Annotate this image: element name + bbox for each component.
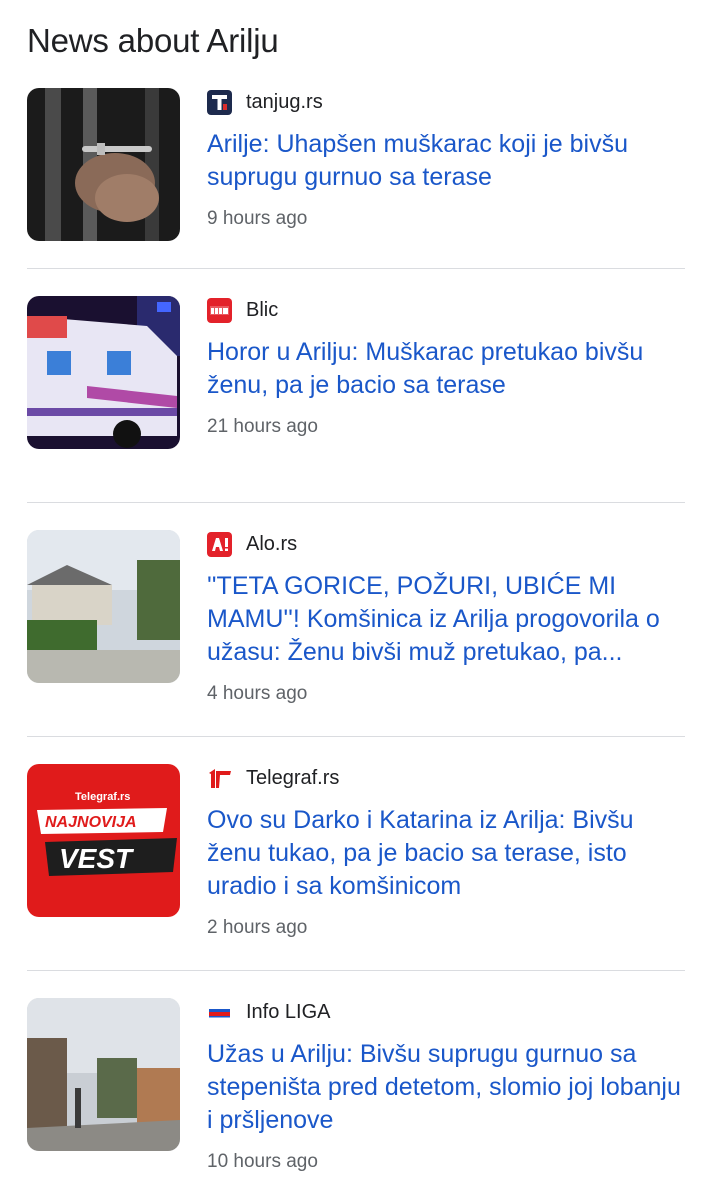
source-name: Blic: [246, 298, 279, 321]
thumbnail-brand-text: Telegraf.rs: [75, 791, 130, 803]
article-thumbnail[interactable]: [27, 88, 180, 241]
source-name: Telegraf.rs: [246, 766, 340, 789]
town-street-photo: [27, 998, 180, 1151]
handcuffs-photo: [27, 88, 180, 241]
article-thumbnail[interactable]: Telegraf.rs NAJNOVIJA VEST: [27, 764, 180, 917]
source-name: Alo.rs: [246, 532, 298, 555]
article-meta: Info LIGA Užas u Arilju: Bivšu suprugu g…: [207, 998, 685, 1173]
news-item[interactable]: Blic Horor u Arilju: Muškarac pretukao b…: [27, 296, 685, 503]
source-row: Alo.rs: [207, 530, 685, 558]
source-row: Info LIGA: [207, 998, 685, 1026]
source-row: tanjug.rs: [207, 88, 685, 116]
article-headline-link[interactable]: Užas u Arilju: Bivšu suprugu gurnuo sa s…: [207, 1038, 685, 1137]
tanjug-logo-icon: [207, 89, 232, 115]
article-meta: tanjug.rs Arilje: Uhapšen muškarac koji …: [207, 88, 685, 230]
source-name: Info LIGA: [246, 1000, 331, 1023]
article-meta: Telegraf.rs Ovo su Darko i Katarina iz A…: [207, 764, 685, 939]
news-item[interactable]: tanjug.rs Arilje: Uhapšen muškarac koji …: [27, 88, 685, 269]
thumbnail-headline-line2: VEST: [59, 843, 135, 874]
blic-logo-icon: [207, 297, 232, 323]
thumbnail-headline-line1: NAJNOVIJA: [45, 814, 137, 831]
house-photo: [27, 530, 180, 683]
article-timestamp: 4 hours ago: [207, 683, 308, 704]
section-title: News about Arilju: [27, 22, 279, 59]
info-liga-logo-icon: [207, 999, 232, 1025]
news-item[interactable]: Info LIGA Užas u Arilju: Bivšu suprugu g…: [27, 998, 685, 1200]
article-timestamp: 2 hours ago: [207, 917, 308, 938]
news-item[interactable]: Alo.rs ''TETA GORICE, POŽURI, UBIĆE MI M…: [27, 530, 685, 737]
article-meta: Blic Horor u Arilju: Muškarac pretukao b…: [207, 296, 685, 438]
source-row: Blic: [207, 296, 685, 324]
source-row: Telegraf.rs: [207, 764, 685, 792]
news-page: News about Arilju tanjug.rs Arilje: Uhap…: [0, 0, 711, 1200]
ambulance-photo: [27, 296, 180, 449]
article-headline-link[interactable]: Horor u Arilju: Muškarac pretukao bivšu …: [207, 336, 685, 402]
article-meta: Alo.rs ''TETA GORICE, POŽURI, UBIĆE MI M…: [207, 530, 685, 705]
article-thumbnail[interactable]: [27, 530, 180, 683]
article-timestamp: 21 hours ago: [207, 416, 318, 437]
news-list: tanjug.rs Arilje: Uhapšen muškarac koji …: [27, 88, 685, 1200]
article-thumbnail[interactable]: [27, 296, 180, 449]
article-thumbnail[interactable]: [27, 998, 180, 1151]
article-timestamp: 9 hours ago: [207, 208, 308, 229]
news-item[interactable]: Telegraf.rs NAJNOVIJA VEST Telegraf.rs O…: [27, 764, 685, 971]
najnovija-vest-graphic: Telegraf.rs NAJNOVIJA VEST: [27, 764, 180, 917]
article-headline-link[interactable]: ''TETA GORICE, POŽURI, UBIĆE MI MAMU''! …: [207, 570, 685, 669]
alo-logo-icon: [207, 531, 232, 557]
article-timestamp: 10 hours ago: [207, 1151, 318, 1172]
article-headline-link[interactable]: Arilje: Uhapšen muškarac koji je bivšu s…: [207, 128, 685, 194]
article-headline-link[interactable]: Ovo su Darko i Katarina iz Arilja: Bivšu…: [207, 804, 685, 903]
source-name: tanjug.rs: [246, 90, 323, 113]
telegraf-logo-icon: [207, 765, 232, 791]
